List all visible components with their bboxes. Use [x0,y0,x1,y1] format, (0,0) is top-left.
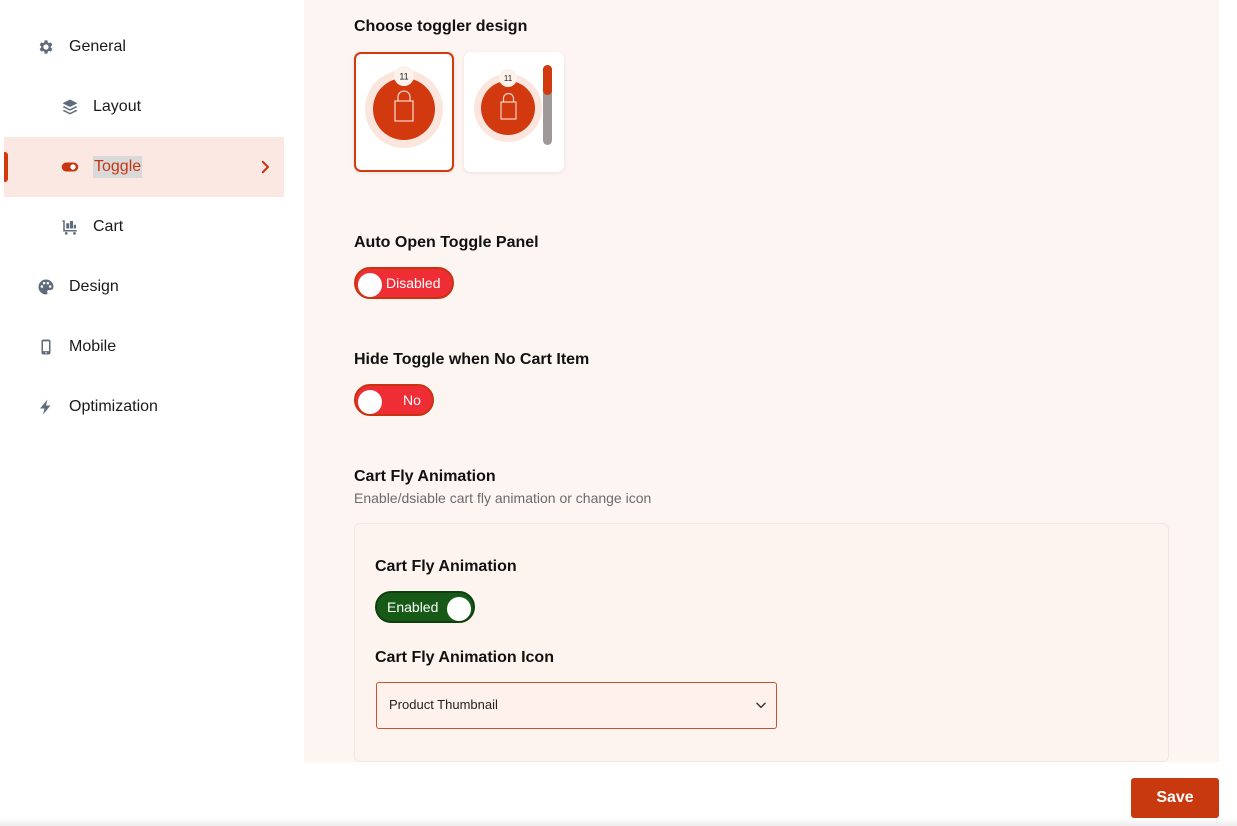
sidebar-item-design[interactable]: Design [4,257,284,317]
sidebar: General Layout Toggle Cart Design Mobile… [4,0,284,760]
toggle-knob [358,273,382,297]
sidebar-item-optimization[interactable]: Optimization [4,377,284,437]
sidebar-item-label: Cart [93,218,124,235]
sidebar-item-label: General [69,38,126,55]
cart-fly-settings-box: Cart Fly Animation Enabled Cart Fly Anim… [354,523,1169,762]
active-indicator [4,152,8,182]
cart-fly-icon-select[interactable]: Product Thumbnail [376,682,777,729]
sidebar-item-layout[interactable]: Layout [4,77,284,137]
footer-divider [0,818,1237,826]
sidebar-item-label: Optimization [69,398,158,415]
palette-icon [37,278,55,296]
toggler-design-title: Choose toggler design [354,18,528,35]
select-value: Product Thumbnail [389,697,498,712]
auto-open-toggle[interactable]: Disabled [354,267,454,299]
sidebar-item-cart[interactable]: Cart [4,197,284,257]
hide-toggle-title: Hide Toggle when No Cart Item [354,351,590,368]
bolt-icon [37,398,55,416]
sidebar-item-label: Toggle [93,156,143,178]
bag-toggler-bar-preview-icon: 11 [474,65,552,145]
cart-fly-description: Enable/dsiable cart fly animation or cha… [354,490,652,506]
hide-toggle-switch[interactable]: No [354,384,434,416]
sidebar-item-label: Layout [93,98,142,115]
cart-fly-title: Cart Fly Animation [354,468,496,485]
cart-fly-inner-title: Cart Fly Animation [375,558,517,575]
auto-open-title: Auto Open Toggle Panel [354,234,539,251]
mobile-icon [37,338,55,356]
layers-icon [61,98,79,116]
sidebar-item-general[interactable]: General [4,17,284,77]
toggle-knob [447,597,471,621]
cart-icon [61,218,79,236]
sidebar-item-mobile[interactable]: Mobile [4,317,284,377]
cart-count-badge: 11 [399,72,408,82]
sidebar-item-label: Mobile [69,338,117,355]
toggler-design-option-1[interactable]: 11 [354,52,454,172]
cart-fly-toggle[interactable]: Enabled [375,591,475,623]
toggle-state-label: Disabled [386,275,441,291]
sidebar-item-label: Design [69,278,119,295]
settings-panel: Choose toggler design 11 11 Auto Open To… [304,0,1219,762]
toggle-knob [358,390,382,414]
save-button[interactable]: Save [1131,778,1219,818]
bag-toggler-preview-icon: 11 [365,66,443,148]
cart-fly-icon-title: Cart Fly Animation Icon [375,649,554,666]
toggle-state-label: No [403,392,421,408]
gear-icon [37,38,55,56]
sidebar-item-toggle[interactable]: Toggle [4,137,284,197]
toggle-state-label: Enabled [387,599,439,615]
toggler-design-option-2[interactable]: 11 [464,52,564,172]
chevron-right-icon [256,158,274,176]
chevron-down-icon [754,698,768,712]
toggle-icon [61,158,79,176]
cart-count-badge: 11 [504,74,513,83]
